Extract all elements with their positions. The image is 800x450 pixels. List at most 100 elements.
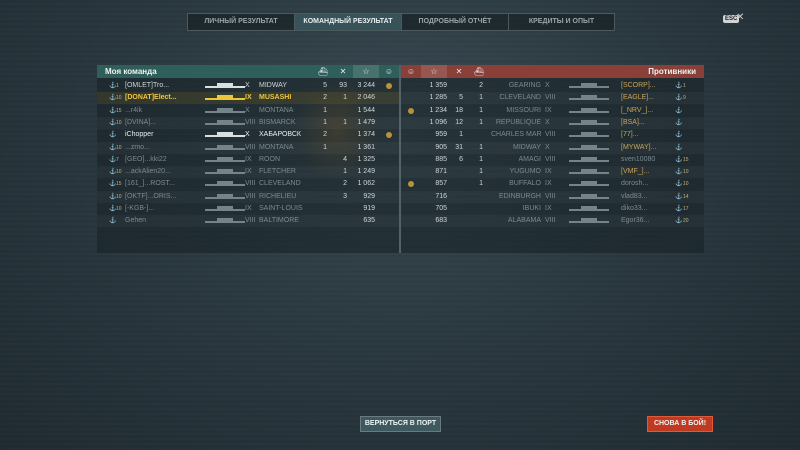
- player-row[interactable]: ⚓ 10 [DONAT]Elect... IX MUSASHI 2 1 2 046: [97, 92, 399, 105]
- ship-silhouette-icon: [205, 193, 245, 199]
- ship-hull: [569, 122, 609, 125]
- player-name: [SCORP]...: [621, 82, 656, 89]
- kills-icon: ✕: [339, 67, 347, 76]
- base-xp: 929: [363, 192, 375, 200]
- ship-hull: [205, 122, 245, 125]
- player-name: [161_]...ROST...: [125, 180, 175, 188]
- player-name: [DVINA]...: [125, 118, 157, 126]
- ships-destroyed-count: 18: [455, 106, 463, 114]
- player-name: iChopper: [125, 131, 154, 139]
- rank-level: 10: [116, 144, 122, 151]
- ships-destroyed-count: 1: [323, 106, 327, 114]
- ship-superstructure: [217, 169, 233, 173]
- player-row[interactable]: ⚓ 15 ...r4ik X MONTANA 1 1 544: [97, 105, 399, 117]
- rank-insignia-icon: ⚓: [675, 83, 683, 89]
- tab-personal-result[interactable]: ЛИЧНЫЙ РЕЗУЛЬТАТ: [188, 14, 295, 30]
- ship-superstructure: [217, 144, 233, 148]
- ship-tier: VIII: [245, 217, 256, 225]
- ship-tier: X: [245, 131, 250, 139]
- base-xp: 2 046: [357, 94, 375, 102]
- ship-silhouette-icon: [569, 218, 609, 224]
- ship-name: MIDWAY: [259, 82, 287, 89]
- my-team-title: Моя команда: [105, 67, 157, 76]
- kills-count: 1: [479, 118, 483, 126]
- ship-hull: [569, 147, 609, 150]
- rank-insignia-icon: ⚓: [675, 107, 683, 114]
- enemy-player-row[interactable]: 871 1 YUGUMO IX [VMF_]... ⚓ 10: [401, 166, 704, 178]
- player-row[interactable]: ⚓ 10 [OKTF]...ORIS... VIII RICHELIEU 3 929: [97, 191, 399, 203]
- enemy-player-row[interactable]: 1 234 18 1 MISSOURI IX [_NRV_]... ⚓: [401, 105, 704, 117]
- battle-again-button[interactable]: СНОВА В БОЙ!: [647, 416, 713, 432]
- ship-hull: [205, 147, 245, 150]
- player-name: [EAGLE]...: [621, 94, 655, 102]
- ship-silhouette-icon: [205, 95, 245, 101]
- player-row[interactable]: ⚓ iChopper X ХАБАРОВСК 2 1 374: [97, 129, 399, 141]
- ship-silhouette-icon: [569, 193, 609, 199]
- enemy-team-header: ☺ ☆ ✕ ⛴ Противники: [401, 65, 704, 78]
- player-name: [OKTF]...ORIS...: [125, 192, 177, 200]
- player-name: [GEO]...kki22: [125, 155, 167, 163]
- enemy-player-row[interactable]: 705 IBUKI IX diko33... ⚓ 17: [401, 203, 704, 215]
- base-xp: 1 096: [429, 118, 447, 126]
- tab-team-result[interactable]: КОМАНДНЫЙ РЕЗУЛЬТАТ: [295, 14, 402, 30]
- return-to-port-button[interactable]: ВЕРНУТЬСЯ В ПОРТ: [360, 416, 441, 432]
- kills-count: 4: [343, 155, 347, 163]
- medal-icon: [386, 132, 392, 139]
- ship-hull: [205, 86, 245, 88]
- ships-destroyed-count: 6: [459, 155, 463, 163]
- player-row[interactable]: ⚓ 10 [DVINA]... VIII BISMARCK 1 1 1 479: [97, 117, 399, 129]
- kills-count: 1: [479, 94, 483, 102]
- ship-hull: [569, 221, 609, 224]
- enemy-player-row[interactable]: 1 359 2 GEARING X [SCORP]... ⚓ 1: [401, 80, 704, 92]
- enemy-player-row[interactable]: 885 6 1 AMAGI VIII sven10080 ⚓ 15: [401, 154, 704, 166]
- player-row[interactable]: ⚓ 1 [OMLET]Tro... X MIDWAY 5 93 3 244: [97, 80, 399, 92]
- ship-name: IBUKI: [522, 205, 541, 212]
- player-row[interactable]: ⚓ 10 [-KGB-]... IX SAINT-LOUIS 919: [97, 203, 399, 215]
- player-row[interactable]: ⚓ 10 ...zmo... VIII MONTANA 1 1 361: [97, 142, 399, 154]
- ship-name: MUSASHI: [259, 94, 292, 102]
- rank-insignia-icon: ⚓: [675, 156, 683, 163]
- base-xp: 1 062: [357, 180, 375, 188]
- rank-level: 10: [683, 169, 689, 176]
- kills-count: 1: [343, 118, 347, 126]
- ship-name: SAINT-LOUIS: [259, 205, 303, 212]
- rank-level: 10: [116, 193, 122, 200]
- enemy-player-row[interactable]: 857 1 BUFFALO IX dorosh... ⚓ 10: [401, 178, 704, 190]
- ship-silhouette-icon: [205, 132, 245, 138]
- rank-level: 15: [116, 181, 122, 188]
- base-xp: 1 325: [357, 155, 375, 163]
- rank-insignia-icon: ⚓: [675, 193, 683, 200]
- enemy-player-row[interactable]: 1 285 5 1 CLEVELAND VIII [EAGLE]... ⚓ 9: [401, 92, 704, 104]
- ship-silhouette-icon: [205, 169, 245, 175]
- close-icon[interactable]: ✕: [736, 12, 744, 23]
- ship-tier: IX: [545, 180, 552, 188]
- tab-detailed-report[interactable]: ПОДРОБНЫЙ ОТЧЁТ: [402, 14, 509, 30]
- ship-silhouette-icon: [569, 206, 609, 211]
- enemy-player-row[interactable]: 1 096 12 1 REPUBLIQUE X [BSA]... ⚓: [401, 117, 704, 129]
- player-row[interactable]: ⚓ 10 ...ackAlien20... IX FLETCHER 1 1 249: [97, 166, 399, 178]
- rank-level: 17: [683, 206, 689, 212]
- ship-hull: [569, 196, 609, 199]
- ship-superstructure: [581, 144, 597, 148]
- base-xp: 959: [435, 131, 447, 139]
- ship-superstructure: [217, 181, 233, 185]
- ships-destroyed-count: 1: [323, 143, 327, 151]
- enemy-player-row[interactable]: 716 EDINBURGH VIII vlad83... ⚓ 14: [401, 191, 704, 203]
- player-row[interactable]: ⚓ 7 [GEO]...kki22 IX ROON 4 1 325: [97, 154, 399, 166]
- ship-name: CHARLES MAR...: [491, 131, 541, 139]
- enemy-player-row[interactable]: 959 1 CHARLES MAR... VIII [77]... ⚓: [401, 129, 704, 141]
- player-row[interactable]: ⚓ 15 [161_]...ROST... VIII CLEVELAND 2 1 062: [97, 178, 399, 190]
- result-tabs: ЛИЧНЫЙ РЕЗУЛЬТАТ КОМАНДНЫЙ РЕЗУЛЬТАТ ПОД…: [187, 13, 615, 31]
- rank-insignia-icon: ⚓: [675, 95, 683, 102]
- enemy-player-row[interactable]: 683 ALABAMA VIII Egor36... ⚓ 20: [401, 215, 704, 227]
- enemy-player-row[interactable]: 905 31 1 MIDWAY X [MYWAY]... ⚓: [401, 142, 704, 154]
- base-xp: 919: [363, 205, 375, 212]
- ship-name: BISMARCK: [259, 118, 296, 126]
- ship-name: CLEVELAND: [499, 94, 541, 102]
- rank-insignia-icon: ⚓: [675, 206, 683, 212]
- ship-tier: X: [545, 82, 550, 89]
- player-row[interactable]: ⚓ Gehen VIII BALTIMORE 635: [97, 215, 399, 227]
- ship-name: GEARING: [508, 82, 541, 89]
- tab-credits-xp[interactable]: КРЕДИТЫ И ОПЫТ: [509, 14, 614, 30]
- ship-tier: VIII: [545, 94, 556, 102]
